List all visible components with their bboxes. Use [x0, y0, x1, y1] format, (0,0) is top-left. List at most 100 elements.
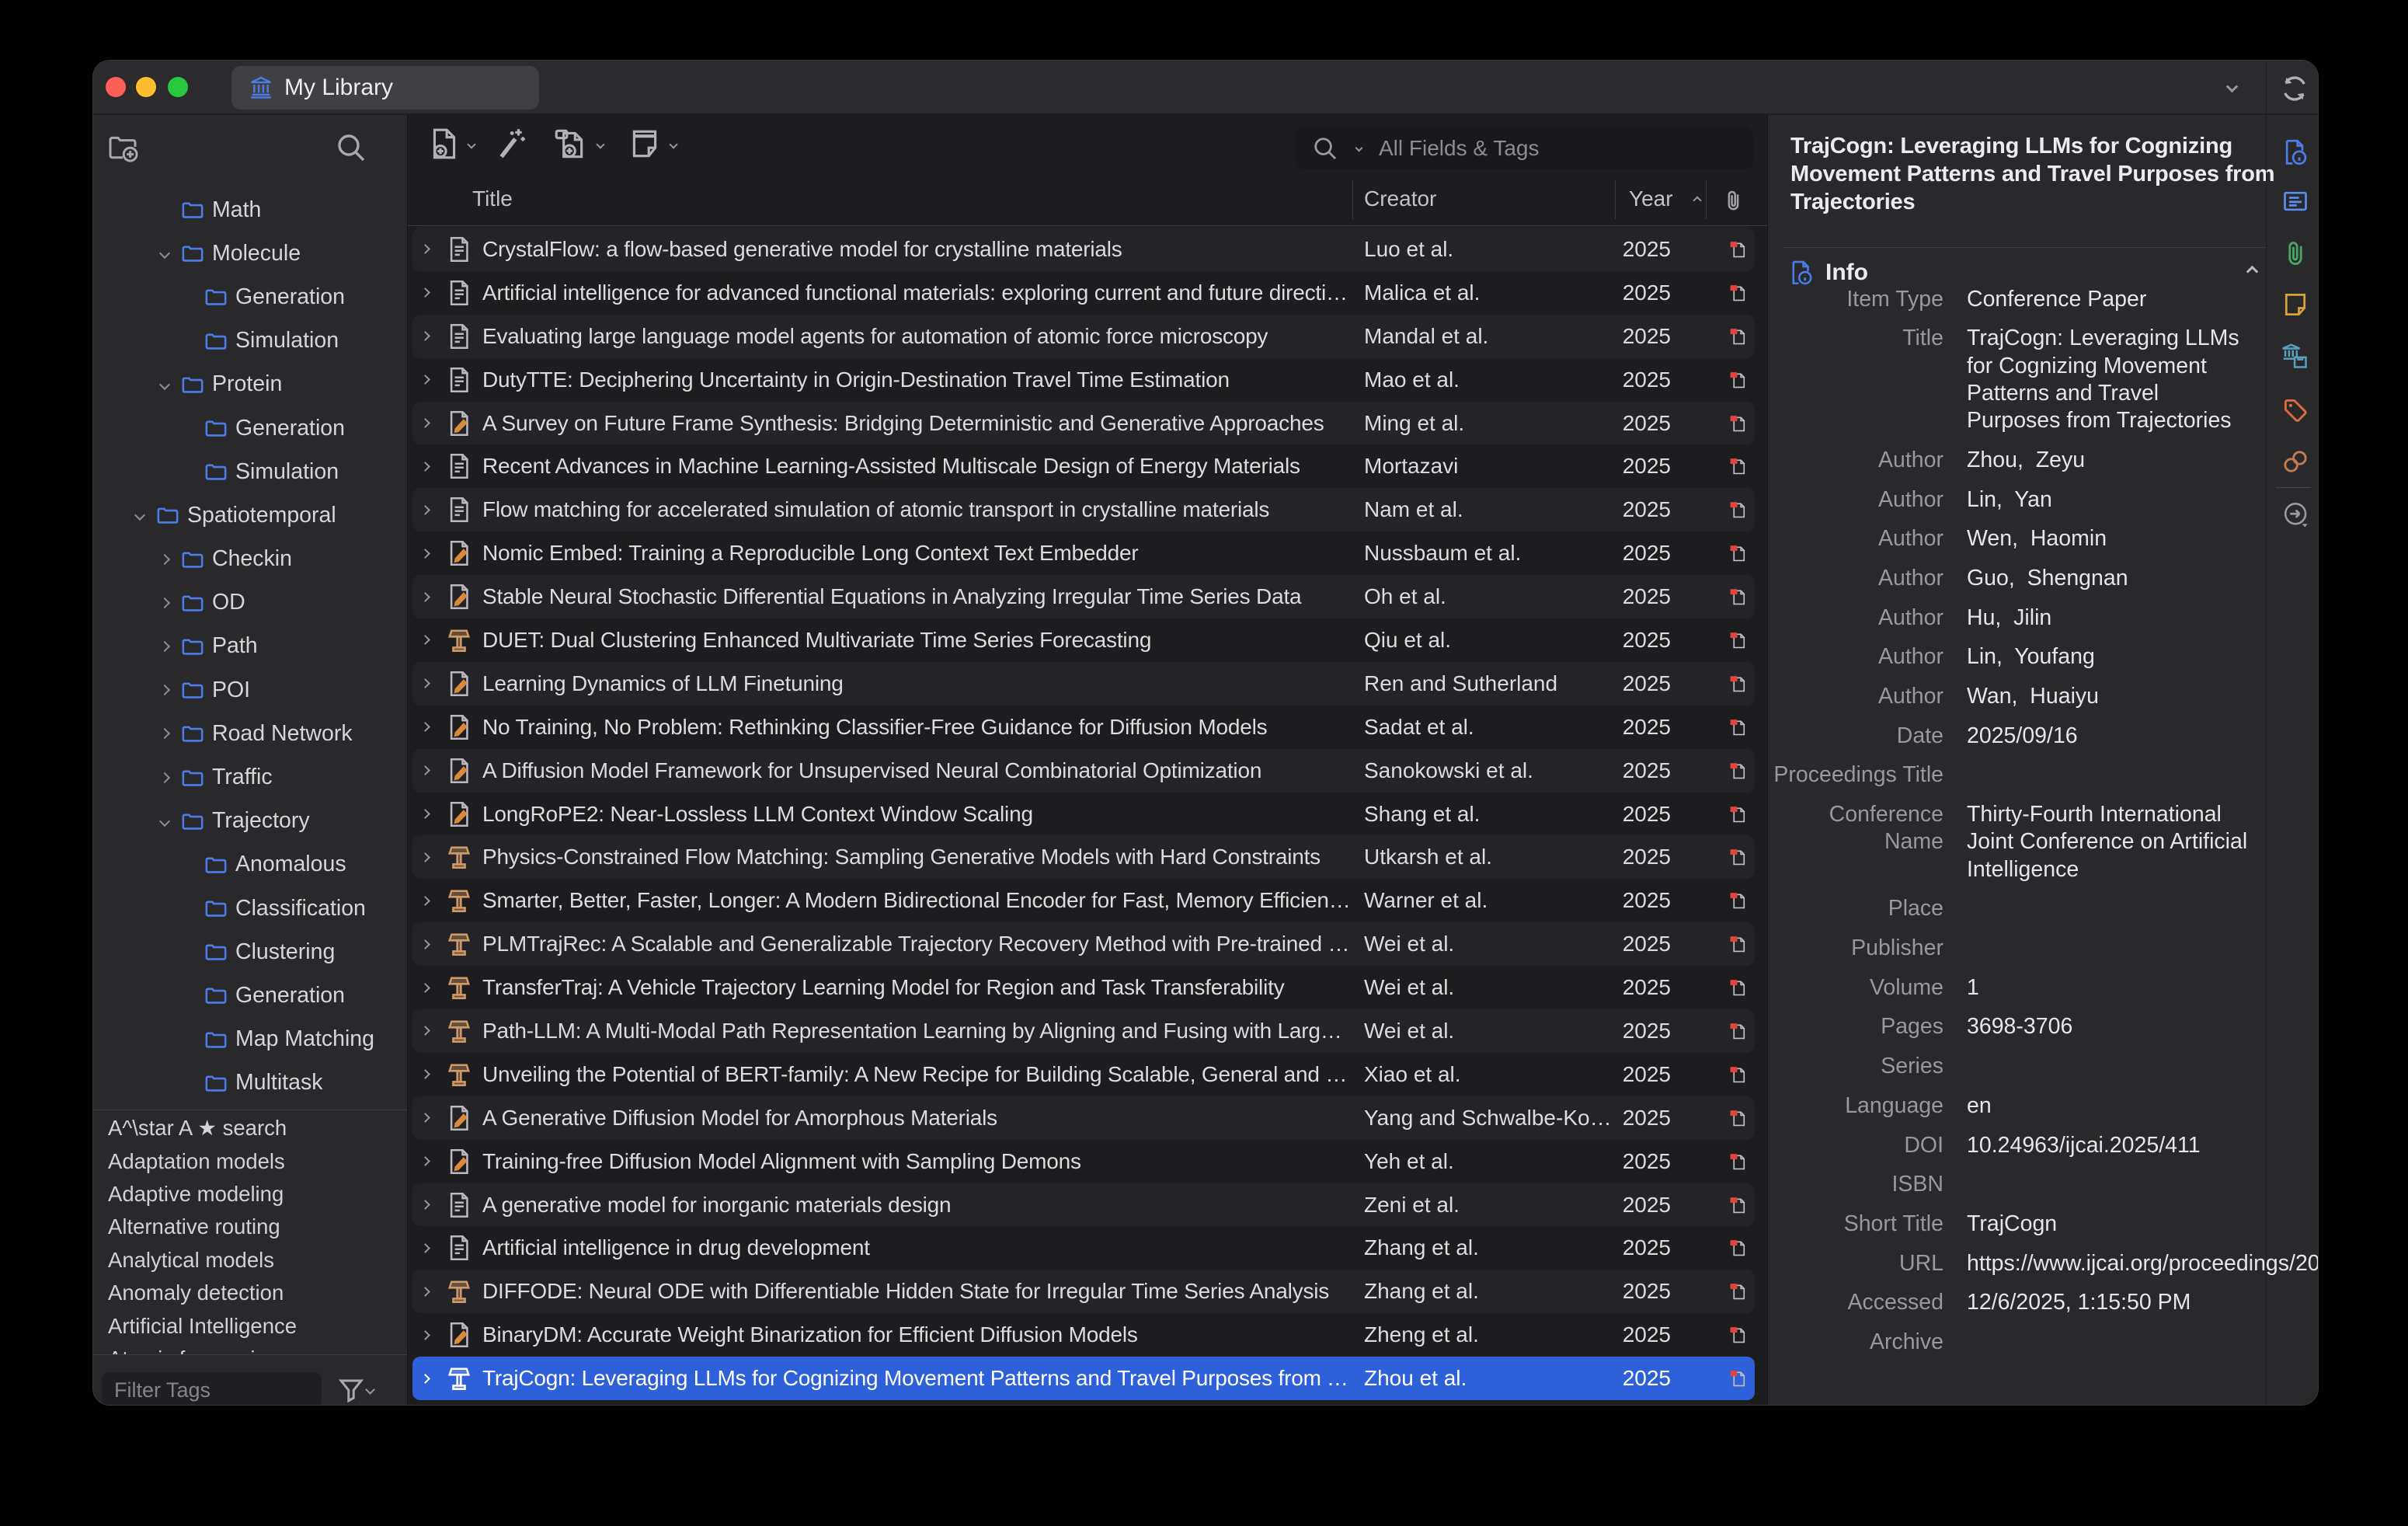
table-row[interactable]: Training-free Diffusion Model Alignment … — [412, 1140, 1755, 1183]
collection-item[interactable]: Road Network — [93, 712, 407, 755]
expand-chevron-icon[interactable] — [422, 897, 433, 904]
expand-chevron-icon[interactable] — [154, 817, 176, 825]
collection-item[interactable]: Simulation — [93, 450, 407, 493]
table-row[interactable]: Evaluating large language model agents f… — [412, 315, 1755, 358]
table-row[interactable]: Physics-Constrained Flow Matching: Sampl… — [412, 835, 1755, 879]
collection-item[interactable]: Checkin — [93, 538, 407, 581]
abstract-icon[interactable] — [2281, 187, 2309, 215]
filter-options-chevron-icon[interactable] — [367, 1386, 374, 1393]
field-value[interactable]: TrajCogn — [1967, 1204, 2267, 1244]
table-row[interactable]: TransferTraj: A Vehicle Trajectory Learn… — [412, 966, 1755, 1009]
info-icon[interactable] — [2281, 138, 2309, 166]
expand-chevron-icon[interactable] — [422, 1027, 433, 1034]
table-row[interactable]: Artificial intelligence for advanced fun… — [412, 271, 1755, 315]
add-by-identifier-wand-icon[interactable] — [492, 126, 527, 162]
table-row[interactable]: Unveiling the Potential of BERT-family: … — [412, 1053, 1755, 1096]
field-value[interactable]: 1 — [1967, 968, 2267, 1008]
collection-item[interactable]: Generation — [93, 275, 407, 319]
tag-filter-input[interactable]: Filter Tags — [102, 1372, 322, 1406]
expand-chevron-icon[interactable] — [422, 984, 433, 991]
collection-item[interactable]: Simulation — [93, 319, 407, 363]
column-divider[interactable] — [1615, 180, 1616, 219]
tags-icon[interactable] — [2281, 396, 2309, 424]
field-value[interactable] — [1967, 928, 2267, 940]
collapse-section-chevron-icon[interactable] — [2248, 267, 2257, 276]
table-row[interactable]: Recent Advances in Machine Learning-Assi… — [412, 444, 1755, 488]
field-value[interactable]: Thirty-Fourth International Joint Confer… — [1967, 795, 2267, 889]
expand-chevron-icon[interactable] — [422, 810, 433, 817]
expand-chevron-icon[interactable] — [422, 594, 433, 601]
table-row[interactable]: Nomic Embed: Training a Reproducible Lon… — [412, 531, 1755, 575]
new-note-icon[interactable] — [627, 126, 663, 162]
field-value[interactable] — [1967, 890, 2267, 901]
field-value[interactable]: Hu, Jilin — [1967, 598, 2267, 638]
field-value[interactable]: Conference Paper — [1967, 280, 2267, 319]
related-icon[interactable] — [2281, 448, 2309, 476]
collection-item[interactable]: Clustering — [93, 930, 407, 974]
collection-item[interactable]: POI — [93, 668, 407, 712]
expand-chevron-icon[interactable] — [154, 774, 176, 782]
table-row[interactable]: Flow matching for accelerated simulation… — [412, 488, 1755, 531]
field-value[interactable]: Wan, Huaiyu — [1967, 677, 2267, 716]
field-value[interactable] — [1967, 756, 2267, 768]
tag-item[interactable]: A^\star A ★ search — [93, 1112, 407, 1144]
table-row[interactable]: A Diffusion Model Framework for Unsuperv… — [412, 749, 1755, 793]
expand-chevron-icon[interactable] — [422, 1114, 433, 1121]
new-item-icon[interactable] — [426, 126, 462, 162]
expand-chevron-icon[interactable] — [422, 246, 433, 253]
sync-icon[interactable] — [2278, 72, 2311, 105]
expand-chevron-icon[interactable] — [422, 420, 433, 427]
expand-chevron-icon[interactable] — [422, 1375, 433, 1382]
expand-chevron-icon[interactable] — [154, 381, 176, 388]
column-header-creator[interactable]: Creator — [1364, 186, 1436, 211]
expand-chevron-icon[interactable] — [154, 643, 176, 650]
collection-item[interactable]: Classification — [93, 887, 407, 930]
filter-funnel-icon[interactable] — [336, 1375, 367, 1406]
expand-chevron-icon[interactable] — [422, 941, 433, 948]
tag-item[interactable]: Atomic force microscopy — [93, 1343, 407, 1354]
expand-chevron-icon[interactable] — [422, 1201, 433, 1208]
new-note-chevron-icon[interactable] — [670, 141, 677, 148]
column-header-year[interactable]: Year — [1629, 186, 1673, 211]
collection-item[interactable]: Traffic — [93, 755, 407, 799]
expand-chevron-icon[interactable] — [422, 463, 433, 470]
collection-item[interactable]: Generation — [93, 406, 407, 450]
collection-item[interactable]: Protein — [93, 363, 407, 406]
expand-chevron-icon[interactable] — [422, 376, 433, 383]
table-row[interactable]: A Survey on Future Frame Synthesis: Brid… — [412, 402, 1755, 445]
column-header-title[interactable]: Title — [472, 186, 513, 211]
field-value[interactable]: en — [1967, 1086, 2267, 1126]
field-value[interactable]: Guo, Shengnan — [1967, 559, 2267, 598]
table-row[interactable]: TrajCogn: Leveraging LLMs for Cognizing … — [412, 1357, 1755, 1400]
table-row[interactable]: BinaryDM: Accurate Weight Binarization f… — [412, 1313, 1755, 1357]
table-row[interactable]: DUET: Dual Clustering Enhanced Multivari… — [412, 618, 1755, 662]
expand-chevron-icon[interactable] — [154, 599, 176, 607]
expand-chevron-icon[interactable] — [422, 1158, 433, 1165]
table-row[interactable]: Learning Dynamics of LLM Finetuning Ren … — [412, 662, 1755, 706]
field-value[interactable]: Lin, Youfang — [1967, 638, 2267, 678]
column-divider[interactable] — [1352, 180, 1353, 219]
search-options-chevron-icon[interactable] — [1356, 145, 1362, 151]
new-attachment-chevron-icon[interactable] — [597, 141, 604, 148]
expand-chevron-icon[interactable] — [422, 1332, 433, 1339]
field-value[interactable]: Wen, Haomin — [1967, 520, 2267, 559]
search-field[interactable]: All Fields & Tags — [1296, 127, 1753, 169]
locate-icon[interactable] — [2281, 500, 2311, 530]
new-item-chevron-icon[interactable] — [468, 141, 475, 148]
expand-chevron-icon[interactable] — [422, 289, 433, 296]
search-icon[interactable] — [334, 131, 368, 165]
table-row[interactable]: CrystalFlow: a flow-based generative mod… — [412, 228, 1755, 271]
tag-item[interactable]: Alternative routing — [93, 1211, 407, 1243]
expand-chevron-icon[interactable] — [422, 854, 433, 861]
collection-item[interactable]: Math — [93, 188, 407, 232]
attachment-column-paperclip-icon[interactable] — [1721, 188, 1747, 214]
attachments-paperclip-icon[interactable] — [2281, 240, 2309, 268]
table-row[interactable]: Stable Neural Stochastic Differential Eq… — [412, 575, 1755, 618]
collection-item[interactable]: Generation — [93, 974, 407, 1017]
expand-chevron-icon[interactable] — [422, 1245, 433, 1252]
tag-item[interactable]: Artificial Intelligence — [93, 1309, 407, 1342]
tab-my-library[interactable]: My Library — [231, 66, 539, 110]
collection-item[interactable]: Multitask — [93, 1061, 407, 1105]
expand-chevron-icon[interactable] — [154, 686, 176, 694]
expand-chevron-icon[interactable] — [154, 556, 176, 563]
